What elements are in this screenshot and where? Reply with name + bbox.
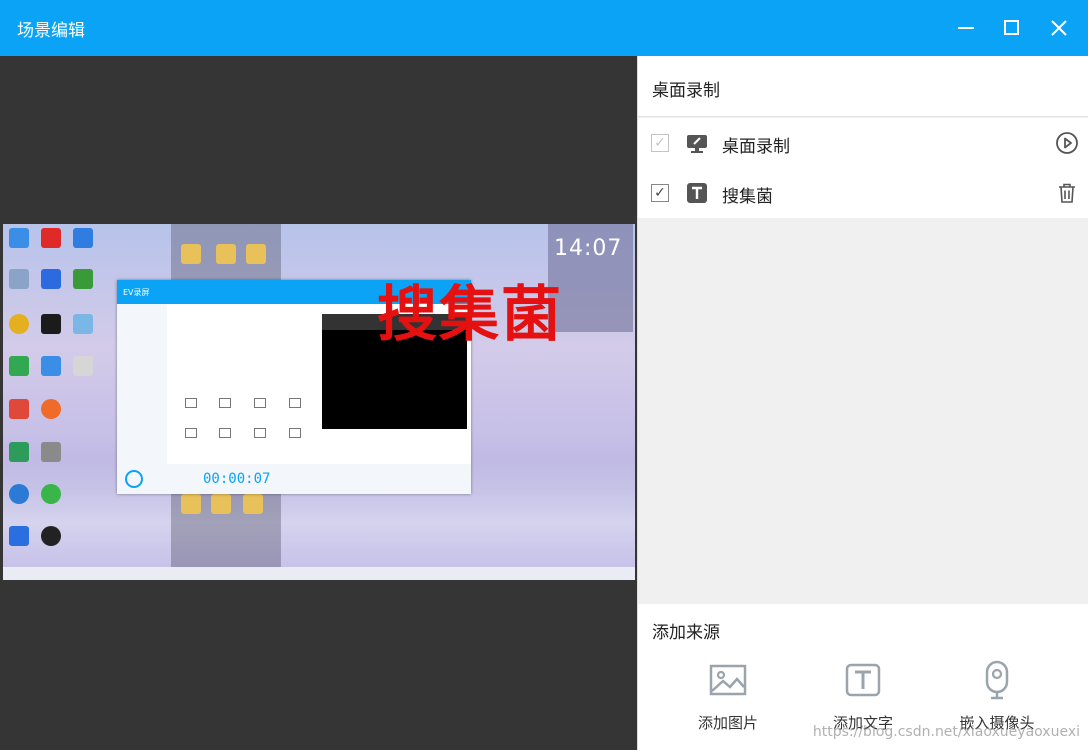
scene-header: 桌面录制 [638,56,1088,117]
maximize-icon [1004,20,1019,35]
desktop-icon [41,442,61,462]
text-icon [687,183,707,203]
scene-preview[interactable]: 14:07 EV录屏 00:00:07 搜集菌 [0,56,637,750]
recorder-controls: 00:00:07 [117,464,471,494]
window-title: 场景编辑 [17,21,85,41]
desktop-icon [9,314,29,334]
recorder-tool-icon [219,398,231,408]
source-row-text[interactable]: ✓ 搜集菌 [638,168,1088,218]
minimize-button[interactable] [952,14,980,42]
recorder-tool-icon [219,428,231,438]
recorder-tool-icon [289,428,301,438]
desktop-clock: 14:07 [554,236,623,261]
recorder-tool-icon [185,428,197,438]
desktop-icon [9,356,29,376]
text-icon [845,663,881,697]
desktop-taskbar [3,567,635,580]
add-image-button[interactable]: 添加图片 [678,660,778,740]
source-label: 桌面录制 [722,137,790,157]
folder-icon [216,244,236,264]
source-label: 搜集菌 [722,187,773,207]
play-circle-icon[interactable] [1055,131,1079,155]
desktop-icon [41,269,61,289]
desktop-icon [73,269,93,289]
folder-icon [181,494,201,514]
folder-icon [211,494,231,514]
recorder-play-icon [125,470,143,488]
desktop-icon [41,314,61,334]
desktop-icon [41,484,61,504]
source-row-desktop[interactable]: ✓ 桌面录制 [638,118,1088,168]
desktop-icon [9,526,29,546]
close-icon [1051,20,1067,36]
add-source-title: 添加来源 [652,623,720,643]
desktop-icon [41,399,61,419]
desktop-icon [9,442,29,462]
source-checkbox[interactable]: ✓ [651,134,669,152]
desktop-icon [41,228,61,248]
close-button[interactable] [1045,14,1073,42]
source-list: ✓ 桌面录制 ✓ 搜集菌 [638,118,1088,218]
recorder-tool-icon [289,398,301,408]
desktop-icon [9,399,29,419]
image-icon [709,664,747,696]
desktop-icon [41,356,61,376]
recorder-tool-icon [254,398,266,408]
desktop-icon [73,228,93,248]
folder-icon [243,494,263,514]
desktop-icon [9,269,29,289]
monitor-icon [687,135,707,153]
folder-icon [246,244,266,264]
folder-icon [181,244,201,264]
recorder-sidebar [117,304,167,464]
desktop-icon [9,228,29,248]
trash-icon[interactable] [1055,181,1079,205]
scene-panel: 桌面录制 ✓ 桌面录制 ✓ 搜集菌 添加来源 添加图片 添加文字 嵌入摄像头 h… [637,56,1088,750]
recorder-tool-icon [254,428,266,438]
maximize-button[interactable] [998,14,1026,42]
recorder-tool-icon [185,398,197,408]
desktop-icon [73,314,93,334]
desktop-icon [41,526,61,546]
recorder-timer: 00:00:07 [203,471,271,487]
scene-title: 桌面录制 [652,81,720,101]
overlay-text-source[interactable]: 搜集菌 [377,266,563,353]
webcam-icon [985,660,1009,700]
watermark: https://blog.csdn.net/xiaoxueyaoxuexi [812,724,1080,740]
source-checkbox[interactable]: ✓ [651,184,669,202]
desktop-icon [73,356,93,376]
desktop-icon [9,484,29,504]
minimize-icon [958,27,974,29]
title-bar: 场景编辑 [0,0,1088,56]
add-image-label: 添加图片 [697,714,758,732]
